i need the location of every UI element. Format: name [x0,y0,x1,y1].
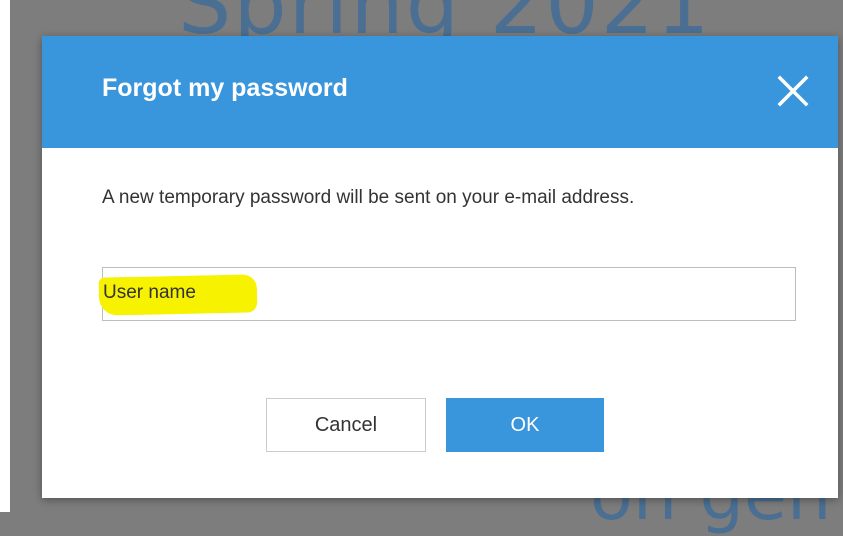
username-input[interactable]: User name [98,267,796,321]
dialog-message: A new temporary password will be sent on… [102,187,635,208]
forgot-password-dialog: Forgot my password A new temporary passw… [42,36,838,498]
page-background-strip [0,0,10,512]
ok-button[interactable]: OK [446,398,604,452]
close-button[interactable] [776,74,810,108]
dialog-header: Forgot my password [42,36,838,148]
username-placeholder: User name [103,282,196,303]
cancel-button[interactable]: Cancel [266,398,426,452]
close-icon [777,75,809,107]
dialog-title: Forgot my password [102,74,348,102]
